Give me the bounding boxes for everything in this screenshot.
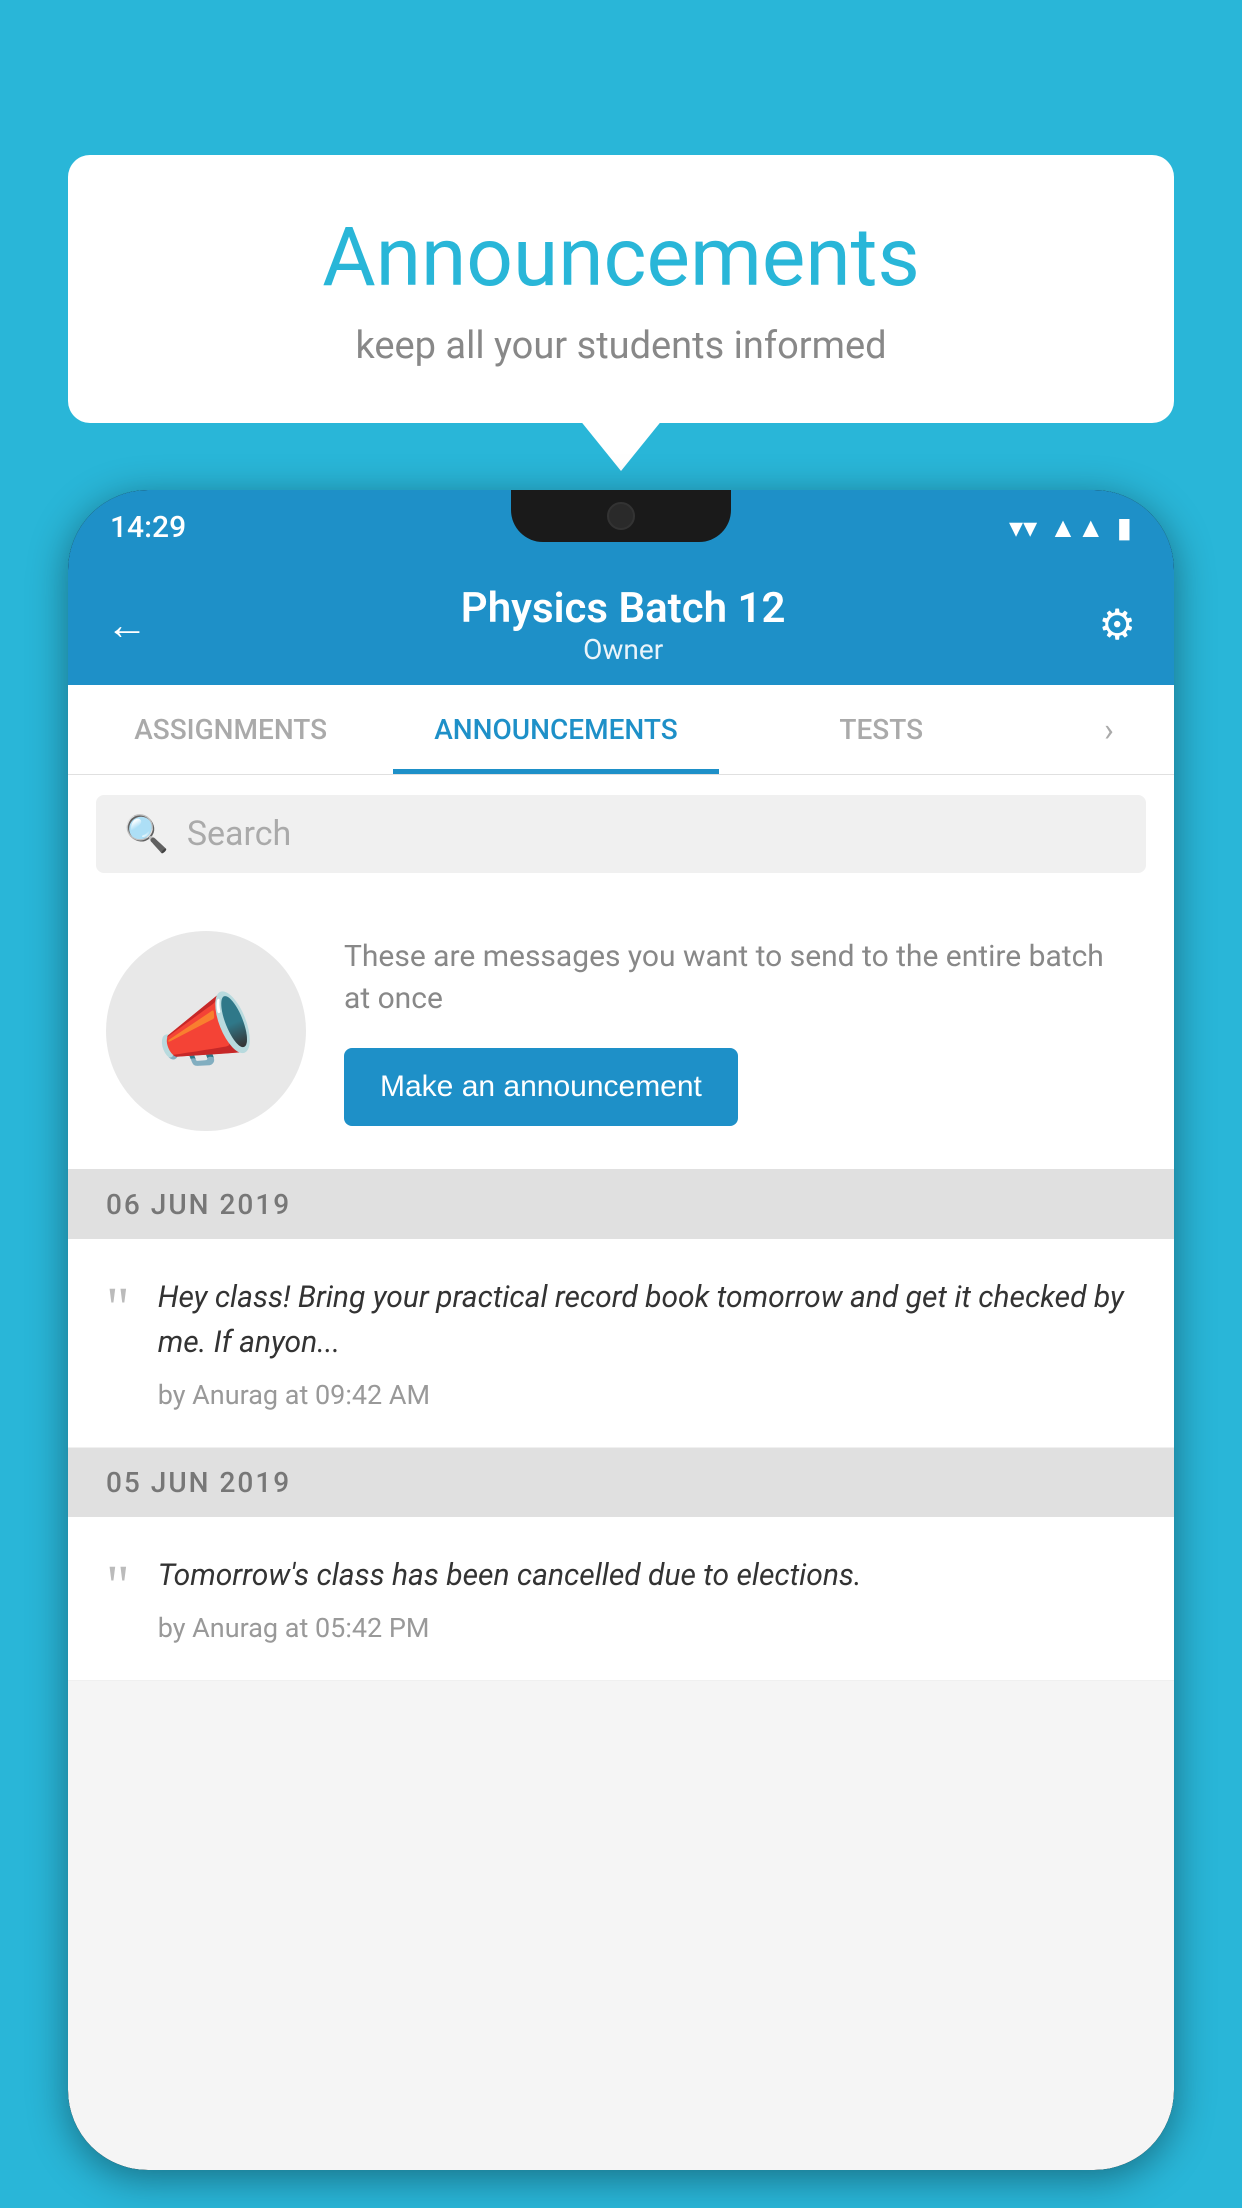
cta-description: These are messages you want to send to t… [344,936,1136,1020]
app-bar-center: Physics Batch 12 Owner [461,584,786,666]
notch [511,490,731,542]
app-bar-title: Physics Batch 12 [461,584,786,633]
camera [607,502,635,530]
tab-tests[interactable]: TESTS [719,685,1044,774]
search-icon: 🔍 [124,813,169,855]
tab-announcements[interactable]: ANNOUNCEMENTS [393,685,718,774]
cta-right: These are messages you want to send to t… [344,936,1136,1126]
date-header-2: 05 JUN 2019 [68,1448,1174,1517]
app-bar: ← Physics Batch 12 Owner ⚙ [68,565,1174,685]
back-button[interactable]: ← [106,601,148,650]
announcement-text-2: Tomorrow's class has been cancelled due … [158,1553,1136,1598]
tab-assignments[interactable]: ASSIGNMENTS [68,685,393,774]
announcement-item-1[interactable]: " Hey class! Bring your practical record… [68,1239,1174,1448]
announcement-text-1: Hey class! Bring your practical record b… [158,1275,1136,1365]
make-announcement-button[interactable]: Make an announcement [344,1048,738,1126]
search-placeholder: Search [187,814,291,854]
speech-bubble: Announcements keep all your students inf… [68,155,1174,423]
announcement-author-2: by Anurag at 05:42 PM [158,1612,1136,1644]
app-bar-subtitle: Owner [461,633,786,666]
status-time: 14:29 [110,510,186,545]
wifi-icon: ▾▾ [1009,511,1037,544]
megaphone-circle: 📣 [106,931,306,1131]
screen-content: 🔍 Search 📣 These are messages you want t… [68,775,1174,2170]
speech-bubble-subtitle: keep all your students informed [128,324,1114,368]
quote-icon-1: " [106,1279,130,1337]
status-icons: ▾▾ ▲▲ ▮ [1009,511,1132,544]
speech-bubble-title: Announcements [128,210,1114,306]
phone-frame: 14:29 ▾▾ ▲▲ ▮ ← Physics Batch 12 Owner ⚙ [68,490,1174,2170]
announcement-content-1: Hey class! Bring your practical record b… [158,1275,1136,1411]
search-bar: 🔍 Search [68,775,1174,893]
phone-container: 14:29 ▾▾ ▲▲ ▮ ← Physics Batch 12 Owner ⚙ [68,490,1174,2208]
battery-icon: ▮ [1117,511,1132,544]
quote-icon-2: " [106,1557,130,1615]
announcement-item-2[interactable]: " Tomorrow's class has been cancelled du… [68,1517,1174,1681]
settings-button[interactable]: ⚙ [1098,600,1136,650]
date-header-1: 06 JUN 2019 [68,1170,1174,1239]
tab-more[interactable]: › [1044,685,1174,774]
signal-icon: ▲▲ [1049,511,1104,544]
announcement-cta: 📣 These are messages you want to send to… [68,893,1174,1170]
search-input-wrap[interactable]: 🔍 Search [96,795,1146,873]
announcement-author-1: by Anurag at 09:42 AM [158,1379,1136,1411]
megaphone-icon: 📣 [156,984,256,1078]
speech-bubble-container: Announcements keep all your students inf… [68,155,1174,423]
tab-bar: ASSIGNMENTS ANNOUNCEMENTS TESTS › [68,685,1174,775]
phone-screen: 14:29 ▾▾ ▲▲ ▮ ← Physics Batch 12 Owner ⚙ [68,490,1174,2170]
announcement-content-2: Tomorrow's class has been cancelled due … [158,1553,1136,1644]
